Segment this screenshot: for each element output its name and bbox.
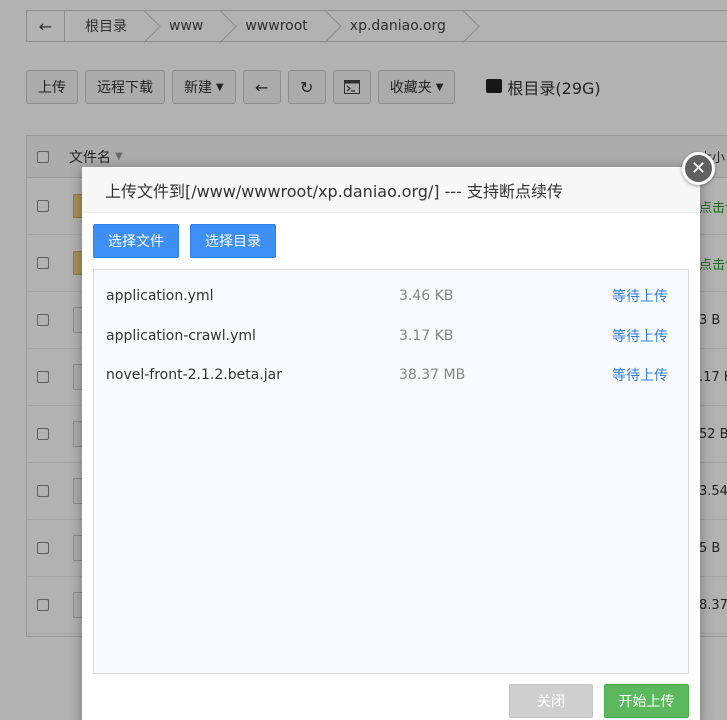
upload-dialog: 上传文件到[/www/wwwroot/xp.daniao.org/] --- 支… [82, 167, 700, 720]
select-files-button[interactable]: 选择文件 [93, 224, 179, 258]
upload-status[interactable]: 等待上传 [612, 365, 668, 385]
list-item: application.yml 3.46 KB 等待上传 [94, 286, 688, 306]
file-name: application-crawl.yml [106, 328, 256, 344]
dialog-footer: 关闭 开始上传 [82, 681, 700, 720]
file-size: 38.37 MB [399, 367, 466, 383]
select-directory-button[interactable]: 选择目录 [190, 224, 276, 258]
dialog-header: 上传文件到[/www/wwwroot/xp.daniao.org/] --- 支… [82, 167, 700, 213]
dialog-title: 上传文件到[/www/wwwroot/xp.daniao.org/] --- 支… [105, 181, 564, 201]
close-button[interactable]: 关闭 [509, 684, 593, 718]
upload-status[interactable]: 等待上传 [612, 286, 668, 306]
select-directory-label: 选择目录 [205, 234, 261, 250]
select-files-label: 选择文件 [108, 234, 164, 250]
close-icon: ✕ [690, 158, 707, 179]
list-item: application-crawl.yml 3.17 KB 等待上传 [94, 326, 688, 346]
file-name: application.yml [106, 288, 214, 304]
file-name: novel-front-2.1.2.beta.jar [106, 367, 282, 383]
dialog-close-button[interactable]: ✕ [682, 152, 715, 185]
close-label: 关闭 [537, 694, 565, 710]
file-size: 3.17 KB [399, 328, 454, 344]
start-upload-label: 开始上传 [618, 694, 675, 710]
upload-file-list: application.yml 3.46 KB 等待上传 application… [93, 269, 689, 674]
upload-status[interactable]: 等待上传 [612, 326, 668, 346]
start-upload-button[interactable]: 开始上传 [604, 684, 689, 718]
file-picker-row: 选择文件 选择目录 [93, 224, 287, 258]
list-item: novel-front-2.1.2.beta.jar 38.37 MB 等待上传 [94, 365, 688, 385]
file-size: 3.46 KB [399, 288, 454, 304]
